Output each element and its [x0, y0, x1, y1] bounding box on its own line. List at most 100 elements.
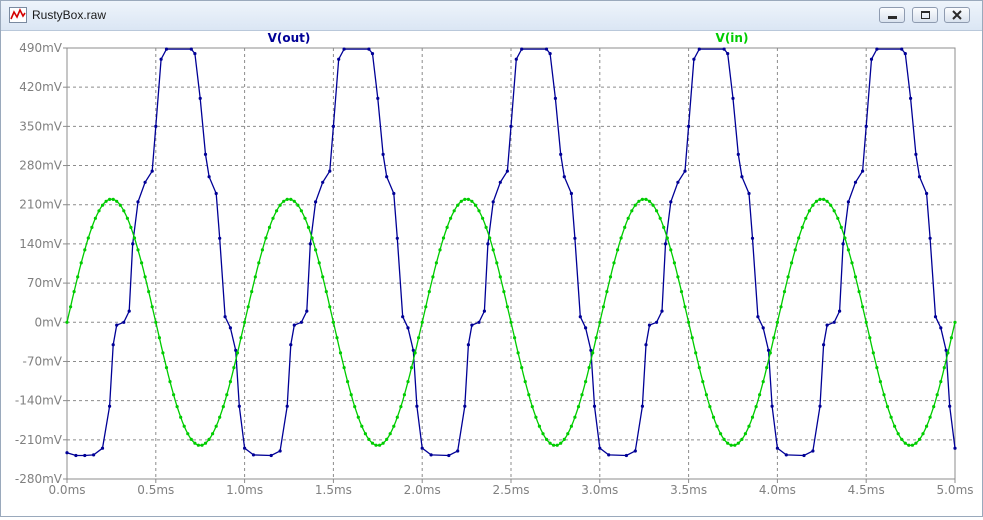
data-point-v-out — [415, 404, 419, 408]
data-point-v-in — [136, 248, 140, 252]
data-point-v-out — [237, 404, 241, 408]
plot-pane[interactable]: 0.0ms 0.5ms 1.0ms 1.5ms 2.0ms 2.5ms 3.0ms 3.5ms… — [1, 30, 982, 516]
data-point-v-out — [933, 315, 938, 319]
data-point-v-out — [633, 449, 637, 453]
data-point-v-out — [740, 175, 744, 179]
data-point-v-in — [225, 393, 229, 397]
data-point-v-in — [193, 441, 197, 445]
data-point-v-in — [672, 261, 677, 265]
close-icon — [952, 10, 962, 20]
data-point-v-in — [914, 441, 918, 445]
data-point-v-out — [92, 453, 96, 457]
data-point-v-in — [694, 351, 698, 355]
data-point-v-out — [818, 404, 822, 408]
data-point-v-in — [360, 424, 364, 428]
data-point-v-in — [605, 290, 609, 294]
data-point-v-in — [473, 203, 478, 207]
data-point-v-in — [825, 199, 829, 203]
data-point-v-in — [832, 209, 836, 213]
data-point-v-in — [768, 351, 772, 355]
data-point-v-out — [770, 404, 774, 408]
data-point-v-out — [111, 343, 115, 347]
data-point-v-out — [553, 96, 558, 100]
data-point-v-out — [108, 404, 112, 408]
data-point-v-out — [308, 242, 312, 246]
maximize-button[interactable] — [912, 7, 938, 23]
data-point-v-in — [573, 415, 577, 419]
data-point-v-in — [495, 261, 499, 265]
data-point-v-out — [687, 124, 691, 128]
data-point-v-in — [875, 366, 879, 370]
data-point-v-in — [466, 197, 470, 201]
data-point-v-in — [459, 199, 463, 203]
data-point-v-out — [189, 47, 193, 51]
y-tick-label: -280mV — [15, 472, 63, 486]
maximize-icon — [921, 11, 930, 19]
data-point-v-in — [861, 305, 865, 309]
data-point-v-in — [846, 248, 851, 252]
data-point-v-in — [932, 405, 936, 409]
data-point-v-in — [655, 209, 659, 213]
data-point-v-in — [676, 275, 680, 279]
data-point-v-in — [441, 236, 446, 240]
data-point-v-in — [90, 225, 94, 229]
x-tick-label: 5.0ms — [936, 483, 973, 497]
data-point-v-in — [782, 290, 787, 294]
data-point-v-in — [275, 209, 279, 213]
data-point-v-in — [161, 351, 165, 355]
data-point-v-in — [683, 305, 687, 309]
data-point-v-out — [822, 343, 826, 347]
data-point-v-out — [381, 152, 385, 156]
data-point-v-out — [328, 169, 332, 173]
data-point-v-in — [761, 380, 765, 384]
data-point-v-out — [395, 236, 399, 240]
data-point-v-in — [65, 320, 69, 324]
data-point-v-in — [303, 216, 307, 220]
x-tick-label: 3.0ms — [581, 483, 618, 497]
data-point-v-in — [69, 305, 73, 309]
data-point-v-in — [118, 203, 122, 207]
minimize-button[interactable] — [879, 7, 905, 23]
data-point-v-in — [715, 424, 719, 428]
data-point-v-in — [470, 199, 474, 203]
data-point-v-in — [665, 236, 669, 240]
data-point-v-in — [708, 405, 712, 409]
legend-label-v-out[interactable]: V(out) — [268, 31, 311, 45]
data-point-v-in — [853, 275, 858, 279]
data-point-v-in — [406, 380, 410, 384]
data-point-v-in — [342, 366, 346, 370]
data-point-v-out — [131, 242, 135, 246]
data-point-v-out — [143, 180, 147, 184]
data-point-v-in — [111, 197, 115, 201]
data-point-v-in — [243, 320, 247, 324]
data-point-v-in — [463, 197, 467, 201]
data-point-v-out — [692, 57, 696, 61]
close-button[interactable] — [944, 7, 970, 23]
data-point-v-in — [758, 393, 762, 397]
x-tick-label: 4.5ms — [848, 483, 885, 497]
data-point-v-in — [182, 424, 186, 428]
data-point-v-out — [775, 446, 780, 450]
data-point-v-out — [65, 451, 69, 455]
data-point-v-in — [829, 203, 833, 207]
data-point-v-out — [903, 52, 907, 56]
data-point-v-out — [299, 320, 303, 324]
data-point-v-in — [179, 415, 183, 419]
data-point-v-out — [406, 326, 410, 330]
title-bar[interactable]: RustyBox.raw — [1, 1, 982, 31]
waveform-app-icon — [9, 7, 27, 23]
data-point-v-in — [427, 290, 431, 294]
data-point-v-out — [925, 191, 929, 196]
legend-label-v-in[interactable]: V(in) — [716, 31, 749, 45]
data-point-v-out — [644, 343, 648, 347]
data-point-v-in — [946, 351, 950, 355]
data-point-v-in — [235, 351, 240, 355]
data-point-v-in — [143, 275, 147, 279]
y-tick-label: 490mV — [19, 41, 63, 55]
data-point-v-in — [211, 432, 215, 436]
data-point-v-in — [576, 405, 581, 409]
data-point-v-out — [83, 453, 87, 458]
data-point-v-out — [825, 323, 829, 327]
data-point-v-in — [186, 432, 190, 436]
waveform-chart[interactable]: 0.0ms 0.5ms 1.0ms 1.5ms 2.0ms 2.5ms 3.0ms 3.5ms… — [1, 30, 982, 516]
